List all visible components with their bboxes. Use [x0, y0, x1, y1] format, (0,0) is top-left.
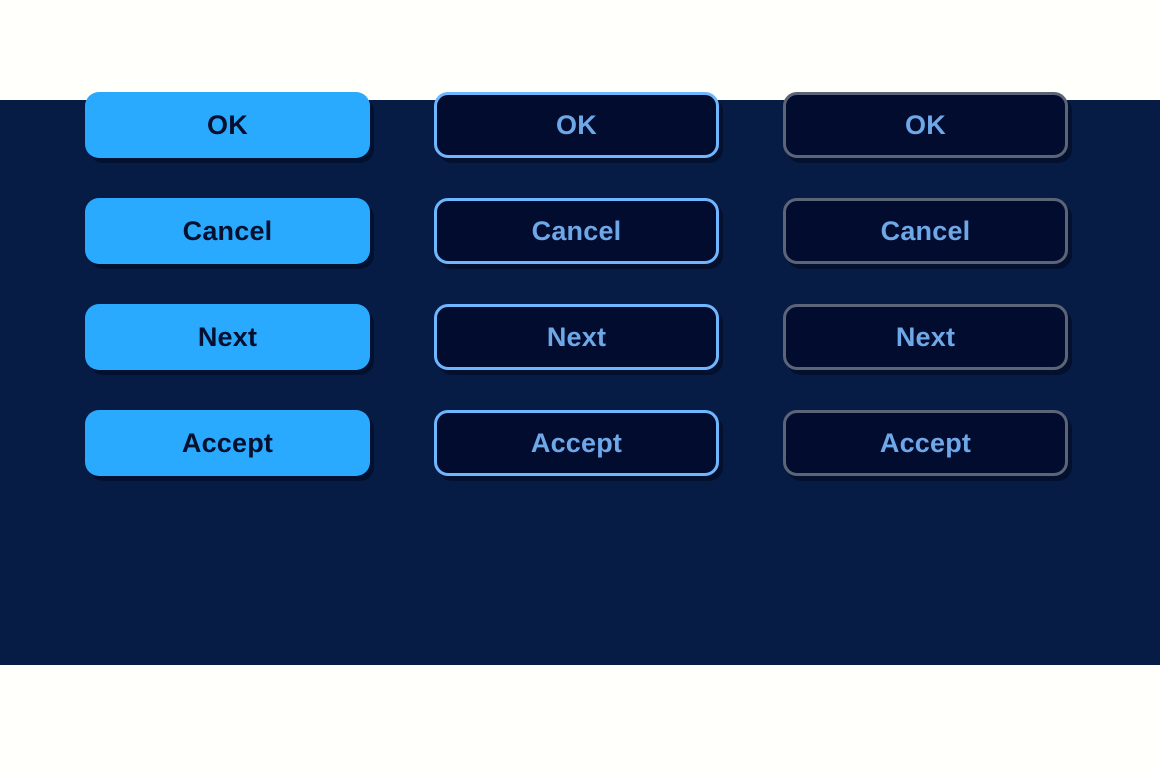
button-showcase-canvas: OK OK OK Cancel Cancel Cancel Next Next … — [0, 0, 1160, 772]
ok-button-outlined-disabled[interactable]: OK — [783, 92, 1068, 158]
button-row-accept: Accept Accept Accept — [85, 410, 1075, 516]
cell-ok-outline-bright: OK — [434, 92, 719, 158]
cell-cancel-outline-bright: Cancel — [434, 198, 719, 264]
accept-button-outlined-active[interactable]: Accept — [434, 410, 719, 476]
accept-button-outlined-disabled[interactable]: Accept — [783, 410, 1068, 476]
cell-cancel-filled: Cancel — [85, 198, 370, 264]
cell-accept-outline-bright: Accept — [434, 410, 719, 476]
button-row-ok: OK OK OK — [85, 92, 1075, 198]
cell-cancel-outline-muted: Cancel — [783, 198, 1068, 264]
cancel-button-outlined-disabled[interactable]: Cancel — [783, 198, 1068, 264]
ok-button-filled[interactable]: OK — [85, 92, 370, 158]
cell-next-outline-muted: Next — [783, 304, 1068, 370]
cell-next-filled: Next — [85, 304, 370, 370]
next-button-outlined-active[interactable]: Next — [434, 304, 719, 370]
next-button-outlined-disabled[interactable]: Next — [783, 304, 1068, 370]
cell-ok-outline-muted: OK — [783, 92, 1068, 158]
cancel-button-filled[interactable]: Cancel — [85, 198, 370, 264]
button-row-next: Next Next Next — [85, 304, 1075, 410]
button-row-cancel: Cancel Cancel Cancel — [85, 198, 1075, 304]
accept-button-filled[interactable]: Accept — [85, 410, 370, 476]
cell-accept-filled: Accept — [85, 410, 370, 476]
cell-ok-filled: OK — [85, 92, 370, 158]
cancel-button-outlined-active[interactable]: Cancel — [434, 198, 719, 264]
next-button-filled[interactable]: Next — [85, 304, 370, 370]
cell-accept-outline-muted: Accept — [783, 410, 1068, 476]
ok-button-outlined-active[interactable]: OK — [434, 92, 719, 158]
button-grid: OK OK OK Cancel Cancel Cancel Next Next … — [85, 92, 1075, 516]
cell-next-outline-bright: Next — [434, 304, 719, 370]
